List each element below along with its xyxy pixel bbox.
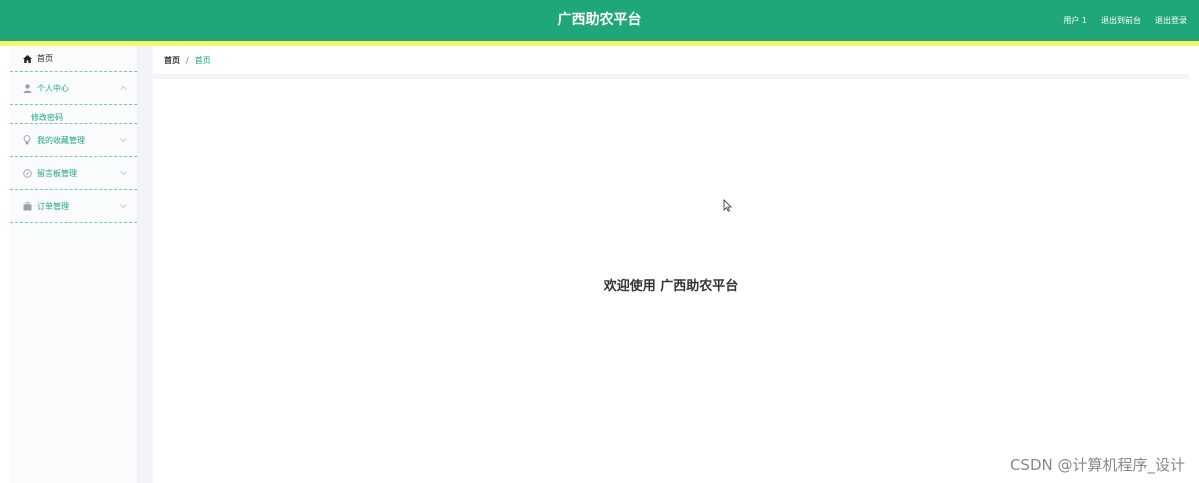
- sidebar-subitem-label: 修改密码: [31, 112, 63, 122]
- current-user-label: 用户 1: [1063, 16, 1087, 25]
- breadcrumb-current: 首页: [194, 55, 211, 65]
- sidebar-item-home[interactable]: 首页: [10, 46, 137, 72]
- chevron-up-icon: [120, 85, 127, 91]
- compass-icon: [21, 168, 33, 178]
- page-body: 首页 个人中心 修改密码 我的收藏管理 留言板管理 订单管理 首页 / 首页 欢…: [10, 46, 1189, 483]
- app-title: 广西助农平台: [557, 12, 642, 28]
- breadcrumb-separator: /: [186, 55, 189, 65]
- sidebar: 首页 个人中心 修改密码 我的收藏管理 留言板管理 订单管理: [10, 46, 138, 483]
- chevron-down-icon: [120, 137, 127, 143]
- breadcrumb-home-link[interactable]: 首页: [164, 55, 180, 66]
- sidebar-subitem-change-password[interactable]: 修改密码: [10, 105, 137, 124]
- main-content: 欢迎使用 广西助农平台: [153, 79, 1189, 483]
- chevron-down-icon: [120, 170, 127, 176]
- sidebar-item-label: 订单管理: [37, 201, 69, 211]
- user-icon: [21, 83, 33, 93]
- sidebar-item-label: 我的收藏管理: [37, 135, 85, 145]
- welcome-message: 欢迎使用 广西助农平台: [603, 279, 739, 294]
- sidebar-item-message-board[interactable]: 留言板管理: [10, 157, 137, 190]
- sidebar-item-label: 首页: [37, 54, 53, 63]
- logout-link[interactable]: 退出登录: [1155, 15, 1187, 26]
- watermark: CSDN @计算机程序_设计: [1009, 456, 1185, 474]
- briefcase-icon: [21, 201, 33, 211]
- mouse-cursor-icon: [723, 197, 732, 216]
- sidebar-item-personal-center[interactable]: 个人中心: [10, 72, 137, 105]
- header-actions: 用户 1 退出到前台 退出登录: [1063, 0, 1187, 41]
- chevron-down-icon: [120, 203, 127, 209]
- sidebar-item-label: 个人中心: [37, 83, 69, 93]
- sidebar-item-label: 留言板管理: [37, 168, 77, 178]
- sidebar-item-favorites[interactable]: 我的收藏管理: [10, 124, 137, 157]
- home-icon: [21, 54, 33, 63]
- breadcrumb: 首页 / 首页: [153, 46, 1189, 74]
- bulb-icon: [21, 135, 33, 145]
- back-to-frontend-link[interactable]: 退出到前台: [1101, 15, 1141, 26]
- top-header: 广西助农平台 用户 1 退出到前台 退出登录: [0, 0, 1199, 41]
- sidebar-item-orders[interactable]: 订单管理: [10, 190, 137, 223]
